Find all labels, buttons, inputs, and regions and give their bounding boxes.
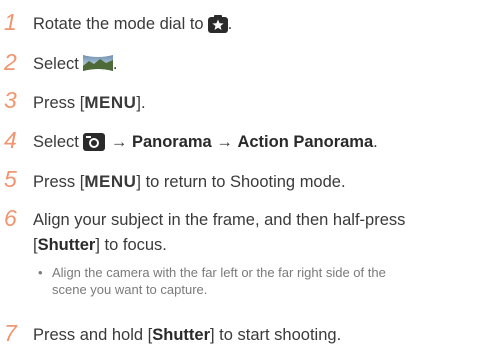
step-number: 5 [4, 166, 17, 192]
step-text: Press [MENU]. [33, 93, 146, 112]
scene-mode-icon [207, 15, 228, 40]
step-number: 4 [4, 127, 17, 153]
menu-key: MENU [84, 93, 137, 112]
step-number: 1 [4, 9, 17, 35]
note: • Align the camera with the far left or … [38, 264, 483, 304]
step-text: Select → Panorama → Action Panorama. [33, 131, 378, 158]
step-text: Align your subject in the frame, and the… [33, 211, 406, 229]
step-number: 6 [4, 205, 17, 231]
menu-key: MENU [84, 172, 137, 191]
step-number: 7 [4, 320, 17, 346]
step-text-line2: [Shutter] to focus. [33, 236, 167, 254]
bullet: • [38, 265, 43, 280]
step-text: Select. [33, 53, 117, 80]
note-line: scene you want to capture. [52, 282, 208, 297]
panorama-icon [82, 53, 113, 80]
step-text: Rotate the mode dial to. [33, 13, 232, 40]
note-line: Align the camera with the far left or th… [52, 265, 386, 280]
step-text: Press and hold [Shutter] to start shooti… [33, 326, 342, 344]
step-number: 2 [4, 49, 17, 75]
step-text: Press [MENU] to return to Shooting mode. [33, 172, 346, 191]
camera-icon [82, 133, 105, 158]
step-number: 3 [4, 87, 17, 113]
